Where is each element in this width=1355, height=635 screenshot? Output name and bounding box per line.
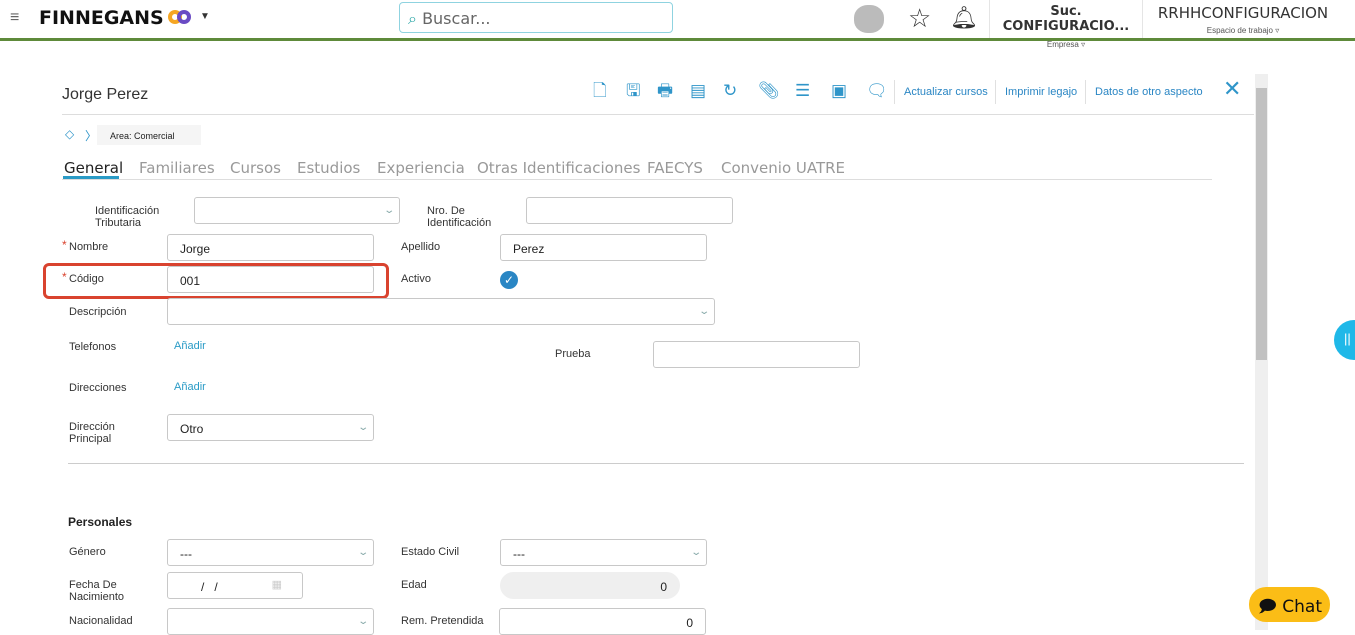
chat-bubble-icon: 🗩︎ (1258, 597, 1277, 617)
add-direccion-link[interactable]: Añadir (174, 381, 206, 393)
scrollbar-thumb[interactable] (1256, 88, 1267, 360)
record-title: Jorge Perez (62, 86, 149, 103)
history-icon[interactable]: ↻ (723, 82, 737, 100)
search-input[interactable]: ⌕ Buscar... (399, 2, 673, 33)
tab-cursos[interactable]: Cursos (230, 159, 281, 177)
brand-logo[interactable]: FINNEGANS (39, 7, 164, 29)
tab-convenio-uatre[interactable]: Convenio UATRE (721, 159, 845, 177)
add-telefono-link[interactable]: Añadir (174, 340, 206, 352)
descripcion-label: Descripción (69, 306, 127, 318)
activo-label: Activo (401, 273, 431, 285)
fecha-nacimiento-input[interactable]: / / ▦ (167, 572, 303, 599)
close-icon[interactable]: ✕ (1223, 76, 1241, 102)
tab-experiencia[interactable]: Experiencia (377, 159, 465, 177)
apellido-label: Apellido (401, 241, 441, 253)
tab-general[interactable]: General (64, 159, 123, 177)
section-title-personales: Personales (68, 515, 133, 529)
rem-pretendida-input[interactable]: 0 (499, 608, 706, 635)
breadcrumb[interactable]: Area: Comercial (97, 125, 201, 145)
estado-civil-select[interactable]: --- ⌄ (500, 539, 707, 566)
id-tributaria-select[interactable]: ⌄ (194, 197, 400, 224)
tab-familiares[interactable]: Familiares (139, 159, 215, 177)
required-marker: * (62, 270, 67, 284)
prueba-input[interactable] (653, 341, 860, 368)
attachment-icon[interactable]: 📎︎ (758, 82, 780, 100)
company-selector[interactable]: Suc. CONFIGURACIO... Empresa ▿ (990, 4, 1142, 49)
top-bar: ≡ FINNEGANS ▼ ⌕ Buscar... ☆ 🔔︎ Suc. CONF… (0, 0, 1355, 49)
other-aspect-data-link[interactable]: Datos de otro aspecto (1095, 86, 1203, 98)
notifications-bell-icon[interactable]: 🔔︎ (950, 5, 978, 31)
chevron-down-icon: ⌄ (382, 205, 395, 216)
activo-checkbox[interactable]: ✓ (500, 271, 518, 289)
hamburger-menu-icon[interactable]: ≡ (10, 9, 19, 27)
tab-otras-identificaciones[interactable]: Otras Identificaciones (477, 159, 640, 177)
nombre-input[interactable]: Jorge (167, 234, 374, 261)
edad-label: Edad (401, 579, 427, 591)
tab-faecys[interactable]: FAECYS (647, 159, 703, 177)
calendar-icon[interactable]: ▦ (272, 578, 282, 591)
id-tributaria-label: Identificación Tributaria (95, 205, 160, 229)
direcciones-label: Direcciones (69, 382, 127, 394)
brand-dropdown-icon[interactable]: ▼ (200, 11, 210, 22)
report-icon[interactable]: ▣ (831, 82, 847, 100)
nombre-label: Nombre (69, 241, 109, 253)
update-courses-link[interactable]: Actualizar cursos (904, 86, 988, 98)
required-marker: * (62, 238, 67, 252)
edad-field: 0 (500, 572, 680, 599)
dir-principal-select[interactable]: Otro ⌄ (167, 414, 374, 441)
fecha-nacimiento-label: Fecha De Nacimiento (69, 579, 125, 603)
estado-civil-label: Estado Civil (401, 546, 460, 558)
prueba-label: Prueba (555, 348, 591, 360)
chevron-down-icon: ⌄ (356, 547, 369, 558)
chevron-right-icon: 〉 (85, 129, 98, 143)
favorites-star-icon[interactable]: ☆ (908, 3, 931, 34)
chevron-down-icon: ⌄ (689, 547, 702, 558)
genero-select[interactable]: --- ⌄ (167, 539, 374, 566)
descripcion-select[interactable]: ⌄ (167, 298, 715, 325)
genero-label: Género (69, 546, 106, 558)
print-icon[interactable]: 🖶 (657, 82, 673, 100)
brand-infinity-icon (168, 10, 192, 24)
telefonos-label: Telefonos (69, 341, 117, 353)
comment-icon[interactable]: 🗨︎ (866, 82, 888, 100)
tab-estudios[interactable]: Estudios (297, 159, 360, 177)
workspace-selector[interactable]: RRHHCONFIGURACION Espacio de trabajo ▿ (1143, 4, 1343, 35)
rem-pretendida-label: Rem. Pretendida (401, 615, 484, 627)
tag-icon: ◇ (65, 127, 75, 141)
save-icon[interactable]: 🖫 (626, 82, 640, 100)
nacionalidad-select[interactable]: ⌄ (167, 608, 374, 635)
scrollbar[interactable] (1255, 74, 1268, 630)
search-icon: ⌕ (408, 9, 417, 28)
chevron-down-icon: ⌄ (697, 306, 710, 317)
chevron-down-icon: ⌄ (356, 616, 369, 627)
copy-document-icon[interactable]: ▤ (690, 82, 706, 100)
dir-principal-label: Dirección Principal (69, 421, 115, 445)
apellido-input[interactable]: Perez (500, 234, 707, 261)
new-document-icon[interactable]: 🗋 (593, 82, 607, 100)
user-avatar[interactable] (854, 5, 884, 33)
checklist-icon[interactable]: ☰ (795, 82, 810, 100)
print-file-link[interactable]: Imprimir legajo (1005, 86, 1077, 98)
chat-button[interactable]: 🗩︎ Chat (1249, 587, 1330, 622)
nacionalidad-label: Nacionalidad (69, 615, 133, 627)
codigo-label: Código (69, 273, 104, 285)
codigo-input[interactable]: 001 (167, 266, 374, 293)
chevron-down-icon: ⌄ (356, 422, 369, 433)
nro-id-label: Nro. De Identificación (427, 205, 492, 229)
nro-id-input[interactable] (526, 197, 733, 224)
side-panel-toggle[interactable]: || (1334, 320, 1355, 360)
